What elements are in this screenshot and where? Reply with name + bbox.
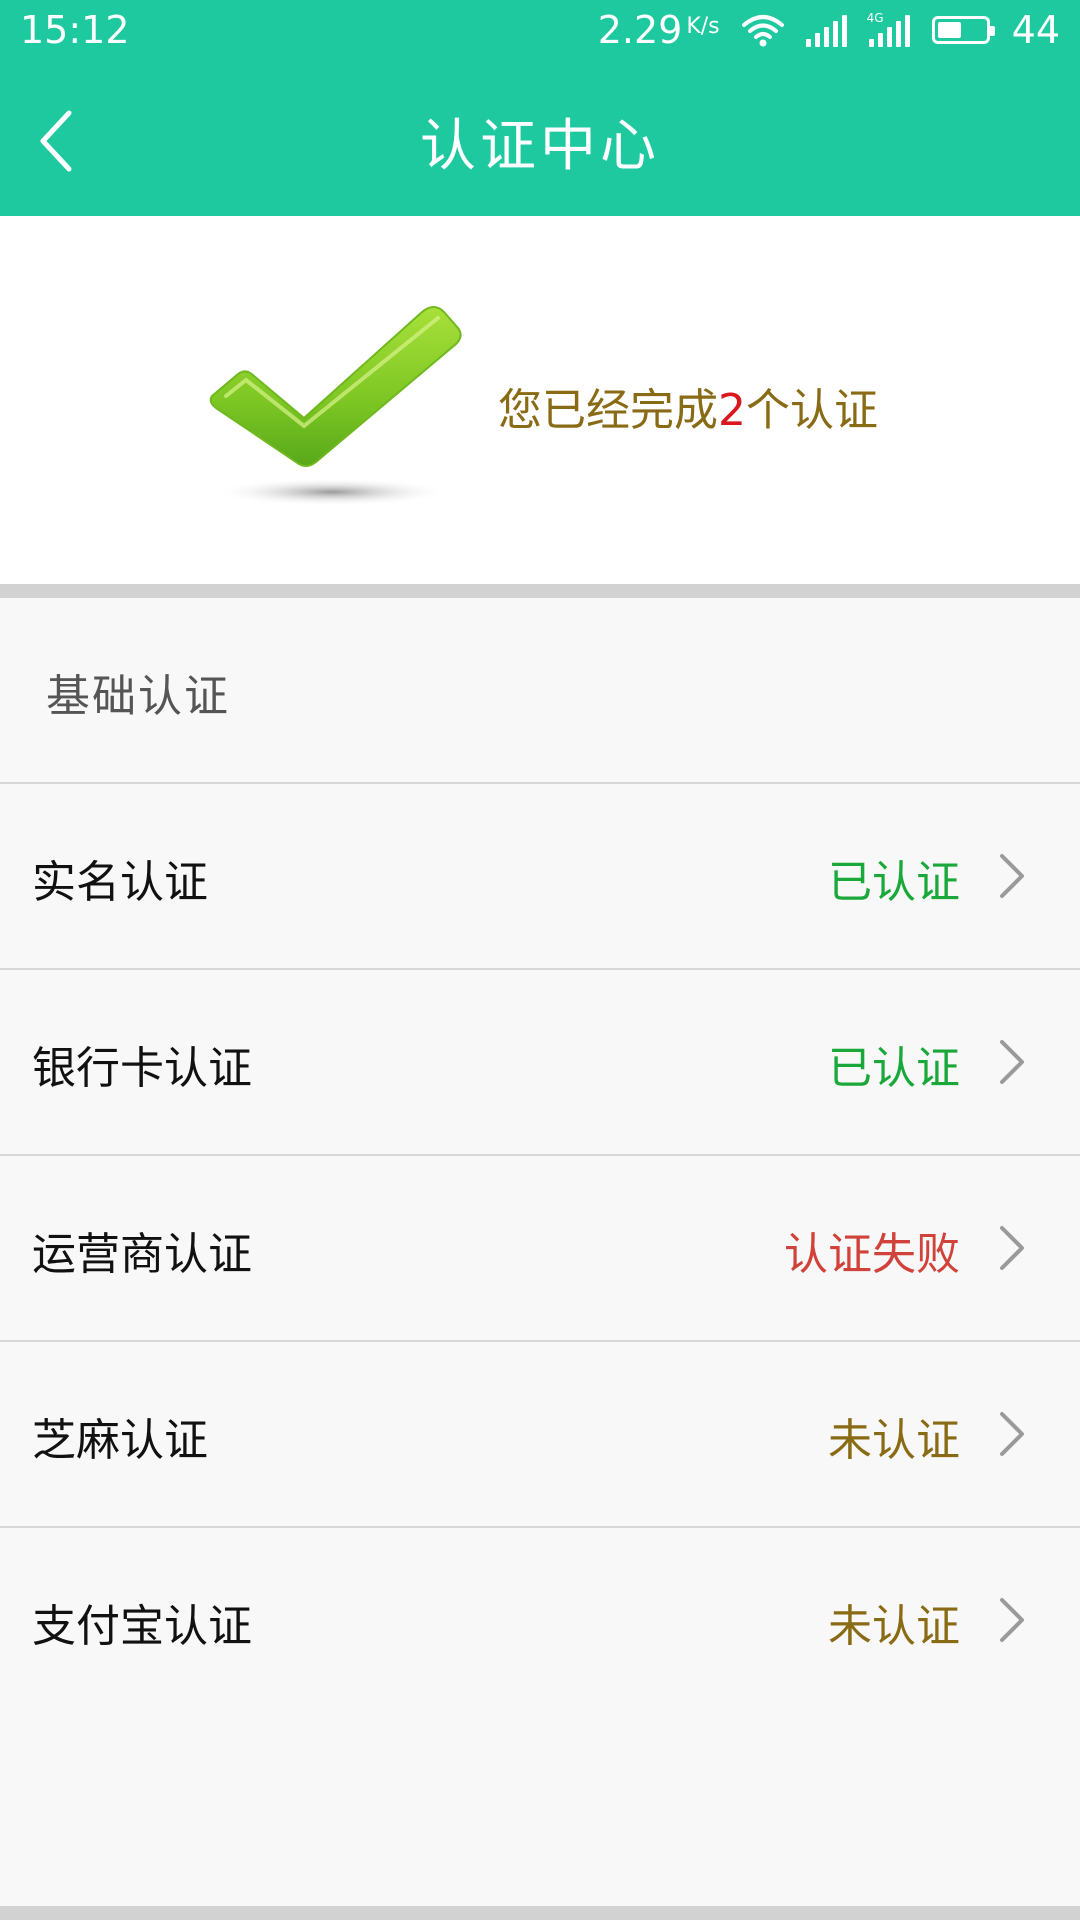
status-time: 15:12 — [20, 8, 130, 52]
section-header: 基础认证 — [0, 598, 1080, 782]
section-title: 基础认证 — [46, 671, 230, 722]
chevron-right-icon — [1000, 1598, 1024, 1642]
item-status: 已认证 — [828, 1043, 960, 1094]
summary-count: 2 — [718, 385, 746, 436]
certification-summary: 您已经完成2个认证 — [0, 216, 1080, 584]
item-label: 芝麻认证 — [32, 1415, 208, 1466]
summary-text: 您已经完成2个认证 — [498, 374, 878, 438]
battery-level: 44 — [1011, 8, 1060, 52]
signal-icon — [805, 13, 847, 47]
checkmark-icon — [206, 296, 466, 516]
chevron-right-icon — [1000, 854, 1024, 898]
item-status: 未认证 — [828, 1415, 960, 1466]
network-type-label: 4G — [866, 11, 884, 25]
status-bar: 15:12 2.29 K/s 4G 44 — [0, 0, 1080, 66]
item-status: 未认证 — [828, 1601, 960, 1652]
network-speed-unit: K/s — [686, 14, 720, 39]
chevron-right-icon — [1000, 1040, 1024, 1084]
item-label: 运营商认证 — [32, 1229, 252, 1280]
item-label: 支付宝认证 — [32, 1601, 252, 1652]
wifi-icon — [741, 15, 784, 47]
certification-item-real-name[interactable]: 实名认证 已认证 — [0, 782, 1080, 968]
app-bar: 认证中心 — [0, 66, 1080, 216]
network-speed-value: 2.29 — [597, 8, 683, 52]
network-speed: 2.29 K/s — [598, 8, 720, 52]
chevron-right-icon — [1000, 1412, 1024, 1456]
summary-prefix: 您已经完成 — [498, 385, 718, 436]
item-status: 已认证 — [828, 857, 960, 908]
certification-item-bank-card[interactable]: 银行卡认证 已认证 — [0, 968, 1080, 1154]
item-status: 认证失败 — [784, 1229, 960, 1280]
page-title: 认证中心 — [420, 113, 660, 179]
status-right: 2.29 K/s 4G 44 — [598, 8, 1060, 52]
battery-icon — [931, 16, 995, 44]
summary-suffix: 个认证 — [746, 385, 878, 436]
certification-list: 实名认证 已认证 银行卡认证 已认证 运营商认证 认证失败 芝麻认证 未认证 支… — [0, 782, 1080, 1712]
certification-item-sesame[interactable]: 芝麻认证 未认证 — [0, 1340, 1080, 1526]
4g-signal-icon: 4G — [866, 11, 910, 47]
chevron-right-icon — [1000, 1226, 1024, 1270]
certification-item-carrier[interactable]: 运营商认证 认证失败 — [0, 1154, 1080, 1340]
section-divider — [0, 584, 1080, 598]
item-label: 银行卡认证 — [32, 1043, 252, 1094]
bottom-divider — [0, 1906, 1080, 1920]
item-label: 实名认证 — [32, 857, 208, 908]
certification-item-alipay[interactable]: 支付宝认证 未认证 — [0, 1526, 1080, 1712]
